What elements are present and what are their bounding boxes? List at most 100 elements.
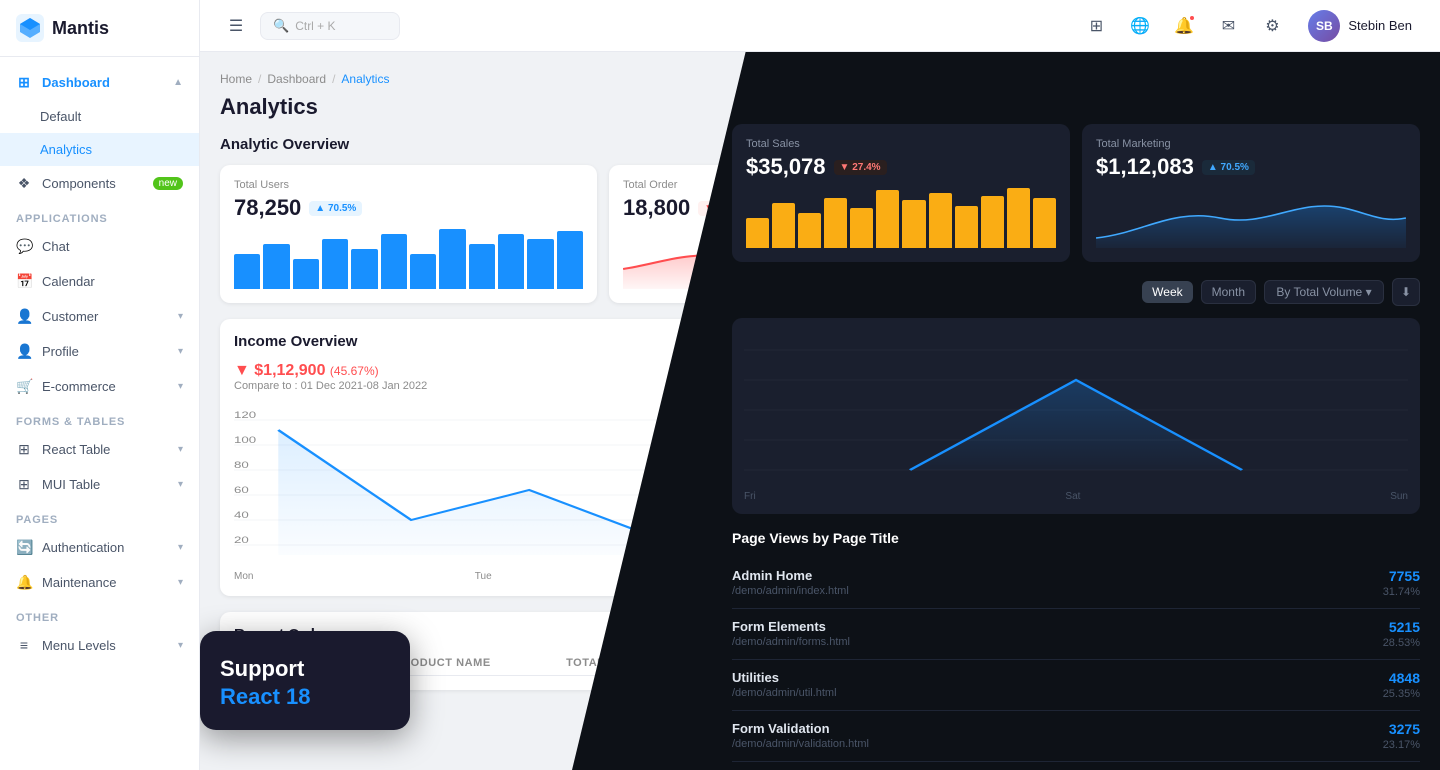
page-view-pct-1: 28.53% bbox=[1383, 637, 1420, 649]
sidebar-item-chat[interactable]: 💬 Chat bbox=[0, 229, 199, 264]
sidebar-item-react-table[interactable]: ⊞ React Table ▾ bbox=[0, 432, 199, 467]
messages-button[interactable]: ✉ bbox=[1212, 10, 1244, 42]
page-view-path-3: /demo/admin/validation.html bbox=[732, 738, 869, 750]
grid-icon-button[interactable]: ⊞ bbox=[1080, 10, 1112, 42]
income-controls-dark: Week Month By Total Volume ▾ ⬇ bbox=[732, 278, 1420, 306]
dashboard-icon: ⊞ bbox=[16, 74, 32, 91]
sidebar-label-dashboard: Dashboard bbox=[42, 75, 110, 90]
topbar-left: ☰ 🔍 Ctrl + K bbox=[220, 10, 400, 42]
language-icon-button[interactable]: 🌐 bbox=[1124, 10, 1156, 42]
profile-arrow: ▾ bbox=[178, 346, 183, 357]
breadcrumb-home[interactable]: Home bbox=[220, 72, 252, 86]
sidebar-item-default[interactable]: Default bbox=[0, 100, 199, 133]
hamburger-button[interactable]: ☰ bbox=[220, 10, 252, 42]
page-view-stats-2: 4848 25.35% bbox=[1383, 670, 1420, 700]
stat-card-users: Total Users 78,250 ▲ 70.5% bbox=[220, 165, 597, 303]
bar3 bbox=[293, 259, 319, 289]
sidebar-item-customer[interactable]: 👤 Customer ▾ bbox=[0, 299, 199, 334]
sidebar-item-profile[interactable]: 👤 Profile ▾ bbox=[0, 334, 199, 369]
sidebar-item-mui-table[interactable]: ⊞ MUI Table ▾ bbox=[0, 467, 199, 502]
auth-icon: 🔄 bbox=[16, 539, 32, 556]
nav-section-pages: Pages bbox=[0, 502, 199, 530]
marketing-badge: ▲ 70.5% bbox=[1202, 160, 1255, 175]
app-name: Mantis bbox=[52, 18, 109, 39]
content-area: Home / Dashboard / Analytics Analytics A… bbox=[200, 52, 1440, 770]
page-view-pct-0: 31.74% bbox=[1383, 586, 1420, 598]
bar12 bbox=[557, 231, 583, 289]
dashboard-arrow: ▲ bbox=[173, 77, 183, 88]
sidebar: Mantis ⊞ Dashboard ▲ Default Analytics ❖… bbox=[0, 0, 200, 770]
page-view-pct-3: 23.17% bbox=[1383, 739, 1420, 751]
page-view-name-0: Admin Home bbox=[732, 568, 849, 583]
sidebar-label-components: Components bbox=[42, 176, 116, 191]
bar5 bbox=[351, 249, 377, 289]
volume-button[interactable]: By Total Volume ▾ bbox=[1264, 280, 1384, 304]
topbar-right: ⊞ 🌐 🔔 ✉ ⚙ SB Stebin Ben bbox=[1080, 6, 1420, 46]
maintenance-arrow: ▾ bbox=[178, 577, 183, 588]
user-avatar[interactable]: SB Stebin Ben bbox=[1300, 6, 1420, 46]
search-container: 🔍 Ctrl + K bbox=[260, 12, 400, 40]
nav-section-applications: Applications bbox=[0, 201, 199, 229]
split-layout: Home / Dashboard / Analytics Analytics A… bbox=[200, 52, 1440, 770]
bar9 bbox=[469, 244, 495, 289]
settings-button[interactable]: ⚙ bbox=[1256, 10, 1288, 42]
week-button[interactable]: Week bbox=[1142, 281, 1192, 303]
sidebar-item-dashboard[interactable]: ⊞ Dashboard ▲ bbox=[0, 65, 199, 100]
svg-text:40: 40 bbox=[234, 511, 249, 521]
page-view-count-2: 4848 bbox=[1383, 670, 1420, 686]
sales-bar-chart bbox=[746, 188, 1056, 248]
support-title: Support bbox=[220, 655, 390, 684]
nav-section-other: Other bbox=[0, 600, 199, 628]
chat-icon: 💬 bbox=[16, 238, 32, 255]
sidebar-label-calendar: Calendar bbox=[42, 274, 95, 289]
logo-area[interactable]: Mantis bbox=[0, 0, 199, 57]
notification-badge-dot bbox=[1188, 14, 1196, 22]
page-view-name-1: Form Elements bbox=[732, 619, 850, 634]
page-view-info-2: Utilities /demo/admin/util.html bbox=[732, 670, 837, 699]
calendar-icon: 📅 bbox=[16, 273, 32, 290]
user-name: Stebin Ben bbox=[1348, 18, 1412, 33]
month-button[interactable]: Month bbox=[1201, 280, 1256, 304]
breadcrumb-sep2: / bbox=[332, 72, 335, 86]
bar1 bbox=[234, 254, 260, 289]
sidebar-item-menu-levels[interactable]: ≡ Menu Levels ▾ bbox=[0, 628, 199, 662]
page-view-item-4: Modals /demo/admin/modals.html 3003 22.2… bbox=[732, 762, 1420, 770]
svg-text:80: 80 bbox=[234, 461, 249, 471]
marketing-area-chart bbox=[1096, 188, 1406, 248]
stat-card-sales: Total Sales $35,078 ▼ 27.4% bbox=[732, 124, 1070, 262]
sidebar-item-maintenance[interactable]: 🔔 Maintenance ▾ bbox=[0, 565, 199, 600]
notification-button[interactable]: 🔔 bbox=[1168, 10, 1200, 42]
sidebar-item-components[interactable]: ❖ Components new bbox=[0, 166, 199, 201]
sidebar-item-ecommerce[interactable]: 🛒 E-commerce ▾ bbox=[0, 369, 199, 404]
search-placeholder[interactable]: Ctrl + K bbox=[295, 19, 335, 33]
users-bar-chart bbox=[234, 229, 583, 289]
bar4 bbox=[322, 239, 348, 289]
maintenance-icon: 🔔 bbox=[16, 574, 32, 591]
page-view-count-0: 7755 bbox=[1383, 568, 1420, 584]
sales-badge: ▼ 27.4% bbox=[834, 160, 887, 175]
sidebar-item-analytics[interactable]: Analytics bbox=[0, 133, 199, 166]
support-popup[interactable]: Support React 18 bbox=[200, 631, 410, 730]
breadcrumb-dashboard[interactable]: Dashboard bbox=[267, 72, 326, 86]
react-table-icon: ⊞ bbox=[16, 441, 32, 458]
income-info: ▼ $1,12,900 (45.67%) Compare to : 01 Dec… bbox=[234, 362, 427, 392]
chart-x-axis-dark: Fri Sat Sun bbox=[744, 491, 1408, 502]
ecommerce-icon: 🛒 bbox=[16, 378, 32, 395]
stat-card-marketing: Total Marketing $1,12,083 ▲ 70.5% bbox=[1082, 124, 1420, 262]
sidebar-item-calendar[interactable]: 📅 Calendar bbox=[0, 264, 199, 299]
download-button[interactable]: ⬇ bbox=[1392, 278, 1420, 306]
sidebar-item-authentication[interactable]: 🔄 Authentication ▾ bbox=[0, 530, 199, 565]
ecommerce-arrow: ▾ bbox=[178, 381, 183, 392]
auth-arrow: ▾ bbox=[178, 542, 183, 553]
page-view-stats-3: 3275 23.17% bbox=[1383, 721, 1420, 751]
sidebar-nav: ⊞ Dashboard ▲ Default Analytics ❖ Compon… bbox=[0, 57, 199, 770]
page-view-item-3: Form Validation /demo/admin/validation.h… bbox=[732, 711, 1420, 762]
sidebar-label-chat: Chat bbox=[42, 239, 69, 254]
customer-icon: 👤 bbox=[16, 308, 32, 325]
menu-arrow: ▾ bbox=[178, 640, 183, 651]
svg-text:20: 20 bbox=[234, 536, 249, 546]
users-value: 78,250 ▲ 70.5% bbox=[234, 195, 583, 221]
page-view-item-0: Admin Home /demo/admin/index.html 7755 3… bbox=[732, 558, 1420, 609]
marketing-label: Total Marketing bbox=[1096, 138, 1406, 150]
income-dark-svg bbox=[744, 330, 1408, 480]
